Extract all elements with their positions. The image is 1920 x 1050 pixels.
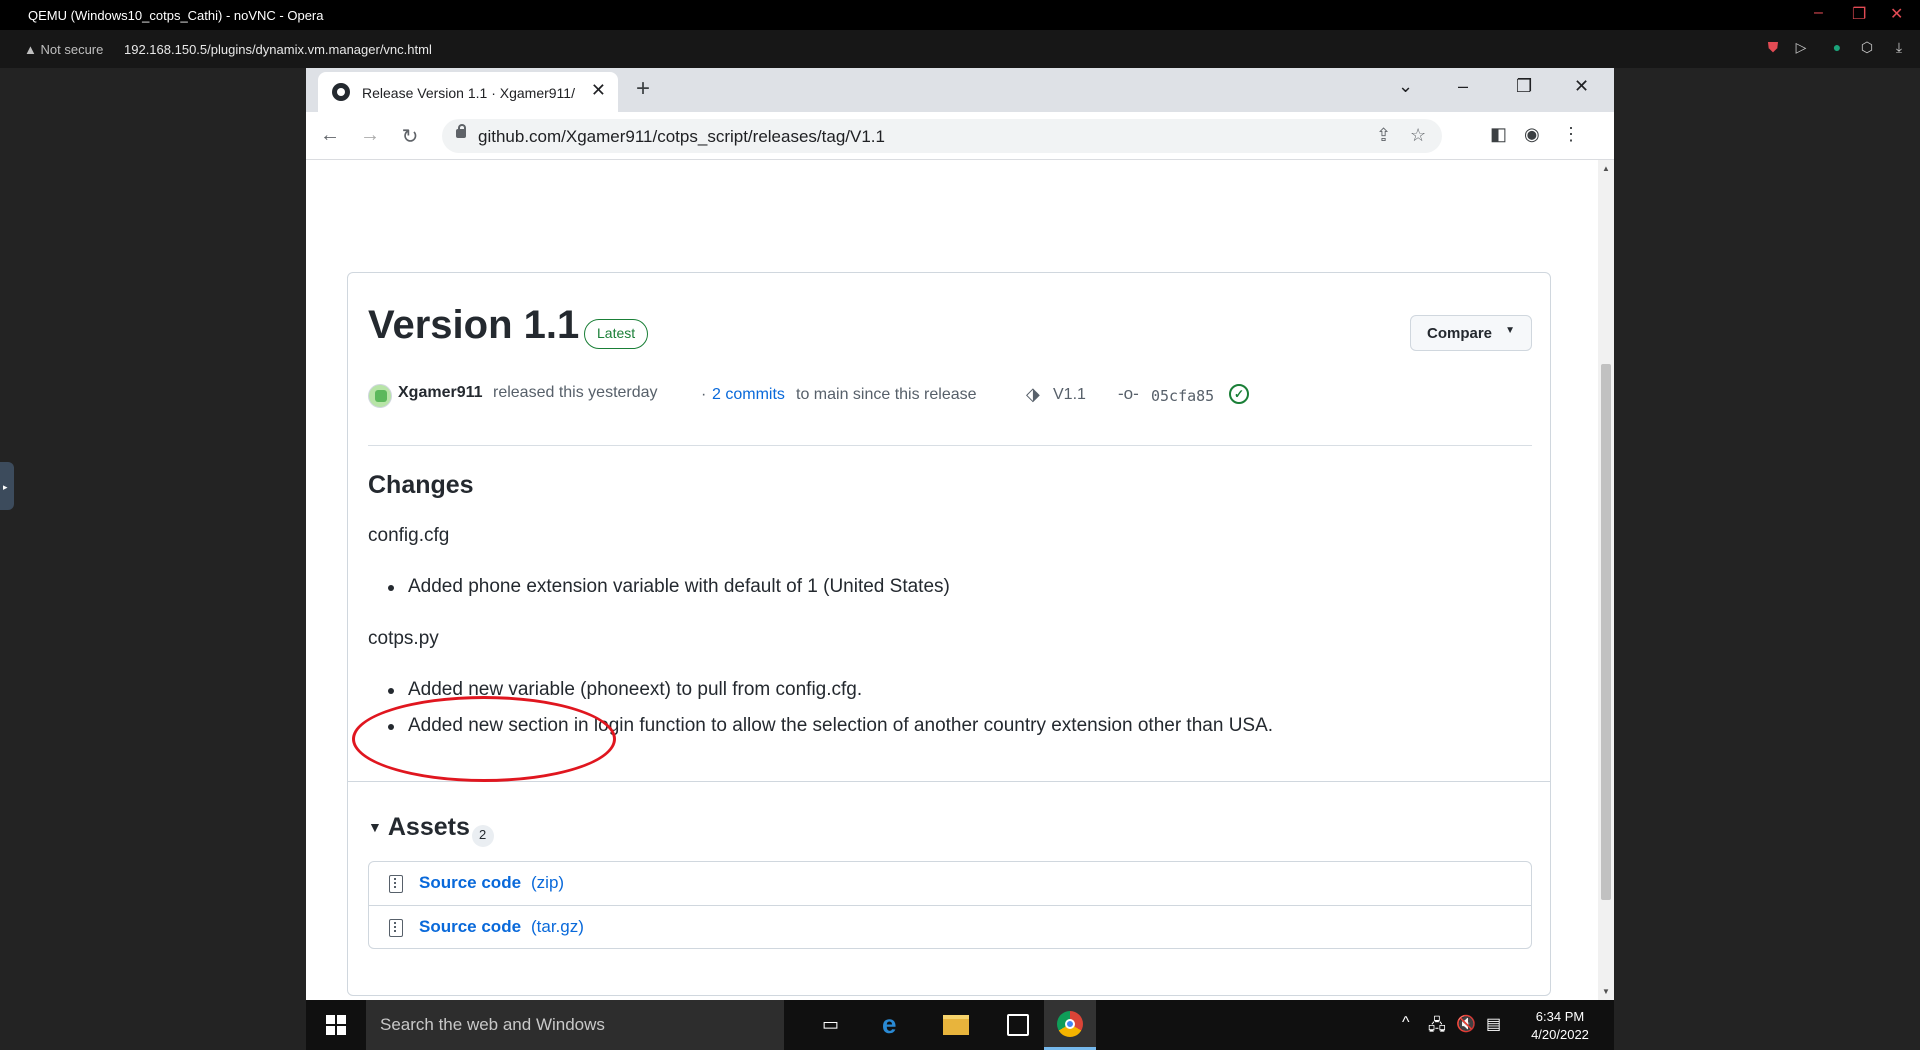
chrome-icon[interactable] xyxy=(1044,1000,1096,1050)
chrome-toolbar: ← → ↻ github.com/Xgamer911/cotps_script/… xyxy=(306,112,1614,160)
opera-url[interactable]: 192.168.150.5/plugins/dynamix.vm.manager… xyxy=(124,42,432,57)
windows-taskbar: Search the web and Windows ▭ e ^ 🖧 🔇 ▤ 6… xyxy=(306,1000,1614,1050)
assets-list: Source code (zip) Source code (tar.gz) xyxy=(368,861,1532,949)
cube-icon[interactable]: ⬡ xyxy=(1858,39,1876,57)
scroll-up-icon[interactable]: ▲ xyxy=(1602,164,1610,173)
forward-icon[interactable]: → xyxy=(358,124,382,147)
commits-suffix: to main since this release xyxy=(796,386,977,403)
window-title: QEMU (Windows10_cotps_Cathi) - noVNC - O… xyxy=(28,8,324,23)
close-icon[interactable]: ✕ xyxy=(1890,4,1903,24)
store-icon[interactable] xyxy=(992,1000,1044,1050)
volume-muted-icon[interactable]: 🔇 xyxy=(1456,1014,1476,1034)
compare-button[interactable]: Compare ▼ xyxy=(1410,315,1532,351)
novnc-panel-handle[interactable]: ▸ xyxy=(0,462,14,510)
asset-name[interactable]: Source code xyxy=(419,873,521,893)
asset-name[interactable]: Source code xyxy=(419,917,521,937)
tab-release[interactable]: Release Version 1.1 · Xgamer911/ ✕ xyxy=(318,72,618,112)
file-explorer-icon[interactable] xyxy=(930,1000,982,1050)
github-icon xyxy=(332,83,350,101)
notifications-icon[interactable]: ▤ xyxy=(1486,1014,1501,1034)
verified-check-icon[interactable]: ✓ xyxy=(1229,384,1249,404)
scroll-down-icon[interactable]: ▼ xyxy=(1602,987,1610,996)
commits-prefix: · xyxy=(701,386,707,403)
file-name-config: config.cfg xyxy=(368,525,450,546)
task-view-icon[interactable]: ▭ xyxy=(806,1000,858,1050)
changes-heading: Changes xyxy=(368,471,474,499)
asset-row-zip[interactable]: Source code (zip) xyxy=(369,862,1531,905)
asset-row-targz[interactable]: Source code (tar.gz) xyxy=(369,905,1531,948)
chrome-tab-bar: Release Version 1.1 · Xgamer911/ ✕ + ⌄ –… xyxy=(306,68,1614,112)
release-card: Version 1.1 Latest Compare ▼ Xgamer911 r… xyxy=(347,272,1551,996)
windows-start-icon[interactable] xyxy=(326,1015,346,1035)
file-zip-icon xyxy=(389,875,403,893)
bookmark-star-icon[interactable]: ☆ xyxy=(1410,125,1426,146)
download-icon[interactable]: ⤓ xyxy=(1890,39,1908,57)
lock-icon[interactable] xyxy=(456,124,466,138)
avatar[interactable] xyxy=(368,384,392,408)
share-icon[interactable]: ⇪ xyxy=(1376,125,1391,146)
chevron-up-icon[interactable]: ^ xyxy=(1402,1014,1410,1032)
edge-icon[interactable]: e xyxy=(868,1000,920,1050)
tab-title: Release Version 1.1 · Xgamer911/ xyxy=(362,85,575,101)
warning-icon: ▲ xyxy=(24,42,37,57)
caret-down-icon: ▼ xyxy=(1505,325,1515,336)
page-scrollbar[interactable]: ▲ ▼ xyxy=(1598,160,1614,1000)
not-secure-label: Not secure xyxy=(40,42,104,57)
chevron-right-icon: ▸ xyxy=(3,482,8,492)
file-zip-icon xyxy=(389,919,403,937)
opera-title-bar: QEMU (Windows10_cotps_Cathi) - noVNC - O… xyxy=(0,0,1920,30)
commit-icon: -o- xyxy=(1118,384,1139,403)
menu-kebab-icon[interactable]: ⋮ xyxy=(1562,124,1580,145)
assets-heading: Assets xyxy=(387,813,470,841)
author-link[interactable]: Xgamer911 xyxy=(398,384,483,402)
close-icon[interactable]: ✕ xyxy=(1574,76,1589,97)
divider xyxy=(368,445,1532,446)
reload-icon[interactable]: ↻ xyxy=(398,124,422,149)
tab-close-icon[interactable]: ✕ xyxy=(591,80,606,101)
file-name-cotps: cotps.py xyxy=(368,628,439,649)
list-item: Added phone extension variable with defa… xyxy=(388,576,950,597)
compare-label: Compare xyxy=(1427,325,1493,342)
network-icon[interactable]: 🖧 xyxy=(1428,1014,1446,1041)
search-placeholder: Search the web and Windows xyxy=(380,1015,605,1034)
scroll-thumb[interactable] xyxy=(1601,364,1611,900)
commit-hash-link[interactable]: 05cfa85 xyxy=(1151,387,1214,405)
new-tab-button[interactable]: + xyxy=(636,75,650,103)
minimize-icon[interactable]: – xyxy=(1458,76,1468,97)
not-secure-indicator[interactable]: ▲ Not secure xyxy=(24,42,103,57)
omnibox[interactable]: github.com/Xgamer911/cotps_script/releas… xyxy=(442,119,1442,153)
annotation-circle xyxy=(352,696,616,782)
vm-screen: Release Version 1.1 · Xgamer911/ ✕ + ⌄ –… xyxy=(306,68,1614,1050)
released-text: released this yesterday xyxy=(493,384,658,401)
maximize-icon[interactable]: ❐ xyxy=(1516,76,1532,97)
shield-icon[interactable]: ⛊ xyxy=(1764,39,1782,57)
restore-icon[interactable]: ❐ xyxy=(1852,4,1866,24)
extension-icon[interactable]: ● xyxy=(1828,39,1846,57)
minimize-icon[interactable]: – xyxy=(1814,4,1823,22)
assets-divider xyxy=(348,781,1550,782)
side-panel-icon[interactable]: ◧ xyxy=(1490,124,1507,145)
taskbar-search[interactable]: Search the web and Windows xyxy=(366,1000,784,1050)
send-icon[interactable]: ▷ xyxy=(1792,39,1810,57)
profile-icon[interactable]: ◉ xyxy=(1524,124,1540,145)
commits-link[interactable]: 2 commits xyxy=(712,386,785,404)
taskbar-clock[interactable]: 6:34 PM 4/20/2022 xyxy=(1520,1008,1600,1044)
tag-link[interactable]: V1.1 xyxy=(1053,386,1086,404)
assets-count-badge: 2 xyxy=(472,825,494,847)
release-title: Version 1.1 xyxy=(368,303,580,347)
clock-date: 4/20/2022 xyxy=(1531,1027,1589,1042)
tag-icon: ⬗ xyxy=(1026,384,1040,404)
asset-ext[interactable]: (tar.gz) xyxy=(531,917,584,937)
triangle-down-icon: ▼ xyxy=(368,819,382,835)
latest-badge: Latest xyxy=(584,319,649,349)
asset-ext[interactable]: (zip) xyxy=(531,873,564,893)
assets-toggle[interactable]: ▼ Assets xyxy=(368,813,470,842)
clock-time: 6:34 PM xyxy=(1535,1009,1585,1024)
omnibox-url[interactable]: github.com/Xgamer911/cotps_script/releas… xyxy=(478,127,885,147)
back-icon[interactable]: ← xyxy=(318,124,342,147)
github-release-page: Version 1.1 Latest Compare ▼ Xgamer911 r… xyxy=(306,160,1598,1000)
tab-search-icon[interactable]: ⌄ xyxy=(1398,76,1413,97)
opera-address-bar: ▲ Not secure 192.168.150.5/plugins/dynam… xyxy=(0,30,1920,68)
